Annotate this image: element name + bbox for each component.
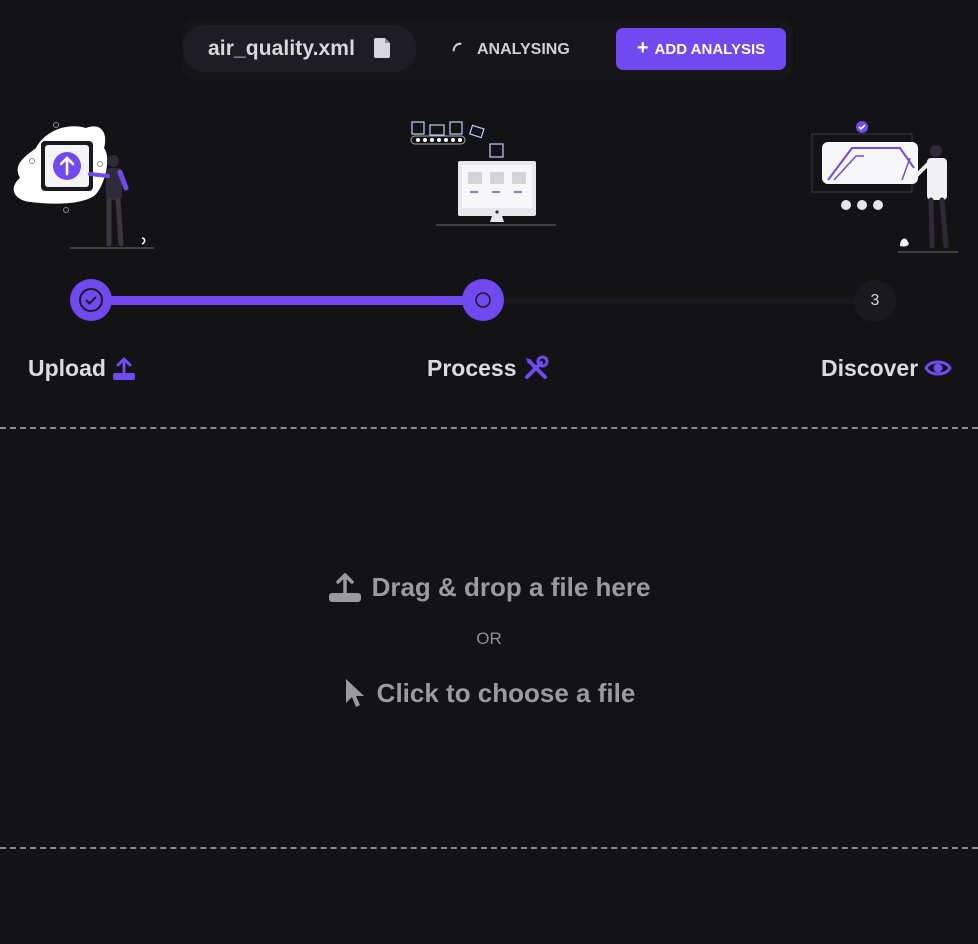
analysis-status: ANALYSING [452,38,570,62]
step-label-upload-text: Upload [28,354,106,381]
add-analysis-button[interactable]: + ADD ANALYSIS [616,28,786,70]
file-dropzone[interactable]: Drag & drop a file here OR Click to choo… [0,427,978,849]
step-label-discover-text: Discover [821,354,919,381]
drag-drop-text: Drag & drop a file here [371,571,651,602]
active-step-circle-icon [475,292,491,308]
file-chip[interactable]: air_quality.xml [183,25,416,72]
process-illustration [410,121,556,226]
spinner-icon [452,42,462,52]
step-label-process-text: Process [427,354,517,381]
step-1-node[interactable] [70,279,112,321]
progress-track-pending [488,297,878,304]
step-label-process: Process [427,354,549,382]
choose-file-text: Click to choose a file [376,677,636,708]
discover-illustration [811,121,958,253]
file-name: air_quality.xml [208,36,356,60]
step-label-discover: Discover [821,354,952,382]
step-2-node[interactable] [462,279,504,321]
cursor-icon [345,679,364,707]
progress-track-completed [96,296,488,305]
upload-tray-icon [328,573,361,602]
step-3-node[interactable]: 3 [854,280,896,322]
file-icon [374,38,390,58]
or-divider-text: OR [476,629,502,648]
upload-icon [112,357,135,380]
page: air_quality.xml ANALYSING + ADD ANALYSIS [0,0,978,944]
status-label: ANALYSING [477,41,570,58]
upload-illustration [13,122,154,249]
tools-icon [524,355,549,379]
check-circle-icon [79,288,103,312]
plus-icon: + [636,37,649,59]
step-label-upload: Upload [28,354,136,382]
add-analysis-label: ADD ANALYSIS [654,40,766,58]
eye-icon [924,360,952,376]
choose-file-row[interactable]: Click to choose a file [0,677,978,709]
drag-drop-row: Drag & drop a file here [0,570,978,604]
